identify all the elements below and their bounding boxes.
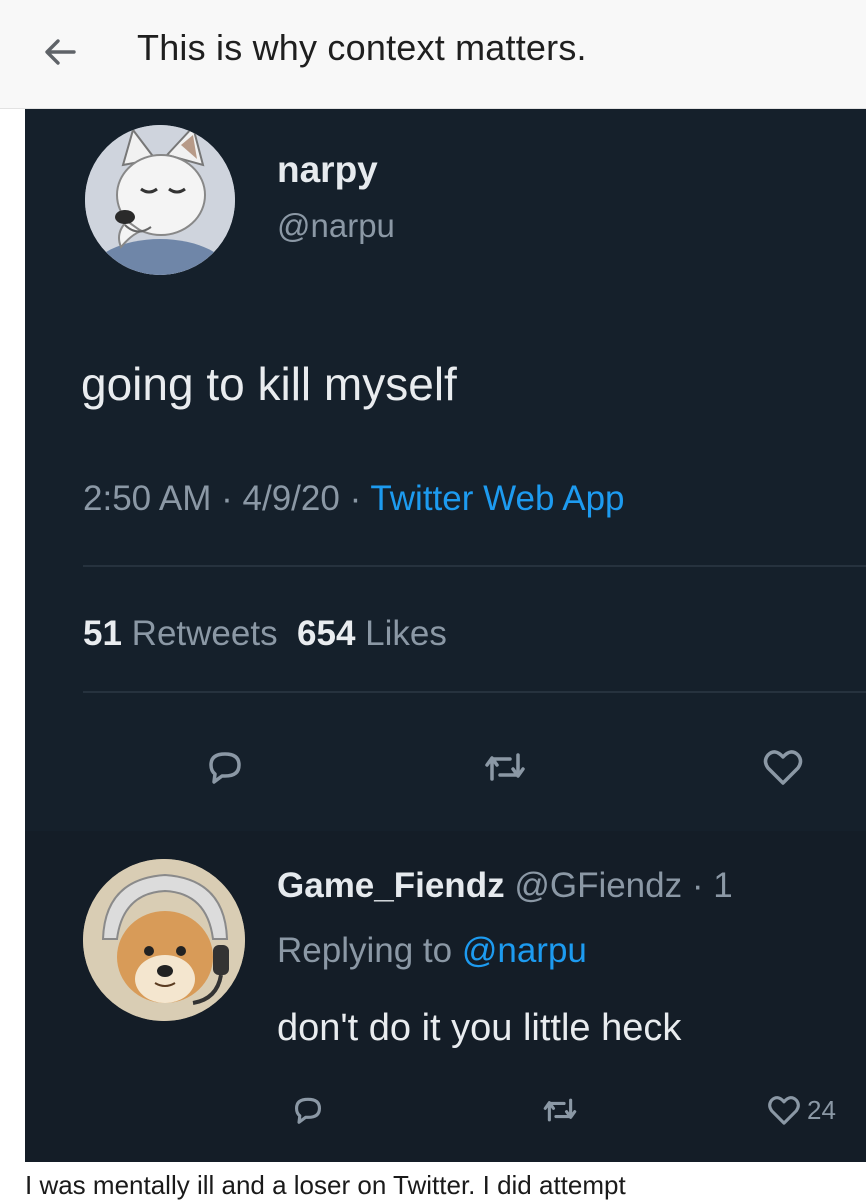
retweets-stat[interactable]: 51 Retweets: [83, 614, 278, 653]
page-title: This is why context matters.: [137, 27, 587, 68]
reply-icon: [294, 1097, 322, 1124]
retweets-count: 51: [83, 614, 122, 653]
meta-separator: ·: [211, 479, 243, 518]
reply-text: don't do it you little heck: [277, 1007, 682, 1049]
like-icon: [763, 750, 803, 785]
tweet-date[interactable]: 4/9/20: [243, 479, 340, 518]
reply-like-count: 24: [807, 1094, 836, 1125]
back-button[interactable]: [30, 22, 90, 82]
meta-separator: ·: [339, 479, 371, 518]
retweet-button[interactable]: [475, 737, 535, 797]
reply-retweet-button[interactable]: [535, 1085, 585, 1135]
wolf-avatar-icon: [85, 125, 235, 275]
dog-avatar-icon: [83, 859, 245, 1021]
like-icon: [768, 1096, 800, 1125]
tweet-screenshot: narpy @narpu going to kill myself 2:50 A…: [25, 109, 866, 1162]
reply-icon: [209, 752, 241, 784]
avatar[interactable]: [83, 859, 245, 1021]
divider: [83, 565, 866, 567]
arrow-left-icon: [45, 39, 76, 65]
reply-handle-time: @GFiendz · 1: [514, 866, 733, 905]
likes-label: Likes: [365, 614, 447, 653]
reply-reply-button[interactable]: [283, 1085, 333, 1135]
replying-to: Replying to @narpu: [277, 931, 587, 971]
caption-text: I was mentally ill and a loser on Twitte…: [25, 1170, 626, 1200]
tweet-time[interactable]: 2:50 AM: [83, 479, 211, 518]
tweet-meta: 2:50 AM · 4/9/20 · Twitter Web App: [83, 479, 625, 519]
user-handle[interactable]: @narpu: [277, 207, 395, 245]
reply-display-name: Game_Fiendz: [277, 866, 505, 905]
likes-count: 654: [297, 614, 356, 653]
display-name[interactable]: narpy: [277, 149, 378, 191]
avatar[interactable]: [85, 125, 235, 275]
reply-like-button[interactable]: 24: [765, 1085, 865, 1135]
replying-to-mention[interactable]: @narpu: [462, 931, 587, 970]
tweet-source[interactable]: Twitter Web App: [370, 479, 624, 518]
like-button[interactable]: [753, 737, 813, 797]
retweet-icon: [543, 1098, 577, 1122]
tweet-text: going to kill myself: [81, 358, 457, 410]
likes-stat[interactable]: 654 Likes: [297, 614, 447, 653]
tweet-stats: 51 Retweets 654 Likes: [83, 614, 447, 654]
retweets-label: Retweets: [131, 614, 278, 653]
replying-to-prefix: Replying to: [277, 931, 462, 970]
retweet-icon: [485, 753, 525, 781]
reply-author[interactable]: Game_Fiendz @GFiendz · 1: [277, 866, 733, 906]
app-bar: This is why context matters.: [0, 0, 866, 109]
divider: [83, 691, 866, 693]
reply-button[interactable]: [195, 737, 255, 797]
